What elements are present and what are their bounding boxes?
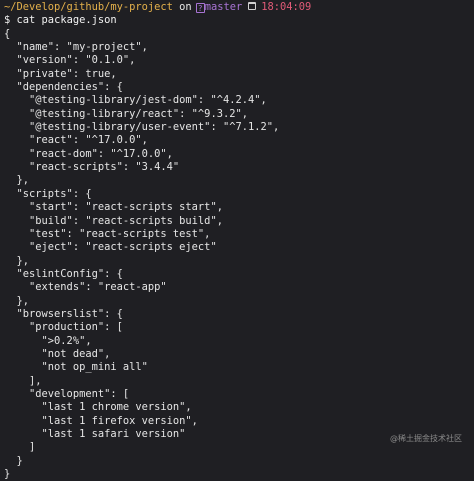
- command-line: $ cat package.json: [4, 14, 474, 27]
- prompt-line: ~/Develop/github/my-project on? master 18:…: [4, 1, 474, 14]
- output-line: "version": "0.1.0",: [4, 54, 136, 67]
- output-line: "not dead",: [4, 347, 111, 360]
- output-line: ">0.2%",: [4, 334, 92, 347]
- output-line: "extends": "react-app": [4, 281, 167, 294]
- output-line: "scripts": {: [4, 187, 92, 200]
- command-text: cat package.json: [16, 14, 117, 27]
- prompt-time: 18:04:09: [261, 1, 312, 13]
- command-output: { "name": "my-project", "version": "0.1.…: [4, 28, 474, 481]
- terminal-content[interactable]: ~/Develop/github/my-project on? master 18:…: [4, 1, 474, 480]
- output-line: "last 1 chrome version",: [4, 401, 192, 414]
- output-line: },: [4, 254, 30, 267]
- output-line: ],: [4, 374, 42, 387]
- watermark: @稀土掘金技术社区: [390, 433, 462, 443]
- output-line: "dependencies": {: [4, 81, 123, 94]
- output-line: "test": "react-scripts test",: [4, 227, 211, 240]
- output-line: "build": "react-scripts build",: [4, 214, 223, 227]
- output-line: "@testing-library/user-event": "^7.1.2",: [4, 121, 280, 134]
- output-line: },: [4, 174, 30, 187]
- output-line: "production": [: [4, 321, 123, 334]
- prompt-path: ~/Develop/github/my-project: [4, 1, 173, 13]
- output-line: }: [4, 468, 11, 481]
- output-line: "eslintConfig": {: [4, 267, 123, 280]
- git-branch-icon: ?: [195, 3, 205, 13]
- output-line: "start": "react-scripts start",: [4, 201, 223, 214]
- output-line: "eject": "react-scripts eject": [4, 241, 217, 254]
- output-line: "not op_mini all": [4, 361, 148, 374]
- output-line: "browserslist": {: [4, 307, 123, 320]
- output-line: "private": true,: [4, 67, 117, 80]
- output-line: "react": "^17.0.0",: [4, 134, 148, 147]
- terminal-window: { "prompt": { "path": "~/Develop/github/…: [0, 0, 474, 480]
- output-line: "react-dom": "^17.0.0",: [4, 147, 173, 160]
- prompt-symbol: $: [4, 14, 11, 27]
- output-line: "name": "my-project",: [4, 41, 148, 54]
- output-line: },: [4, 294, 30, 307]
- prompt-on-text: on: [179, 1, 192, 13]
- output-line: {: [4, 27, 11, 40]
- output-line: "react-scripts": "3.4.4": [4, 161, 180, 174]
- calendar-icon: [248, 2, 257, 10]
- output-line: "last 1 firefox version",: [4, 414, 198, 427]
- output-line: "@testing-library/react": "^9.3.2",: [4, 107, 248, 120]
- output-line: "@testing-library/jest-dom": "^4.2.4",: [4, 94, 267, 107]
- output-line: "development": [: [4, 387, 130, 400]
- git-branch-name: master: [204, 1, 243, 13]
- output-line: }: [4, 454, 23, 467]
